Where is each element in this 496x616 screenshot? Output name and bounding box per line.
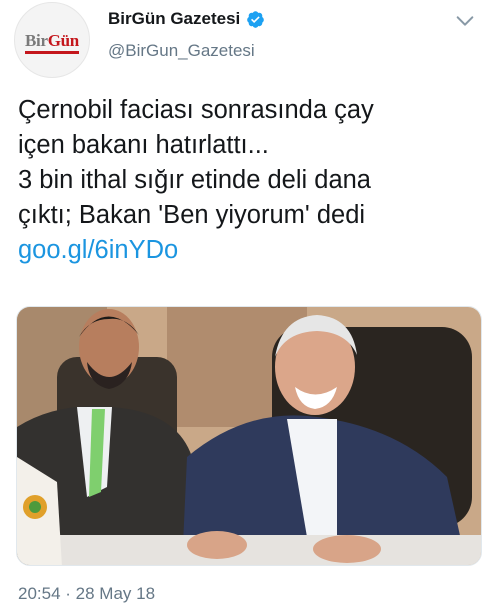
tweet-text-line: 3 bin ithal sığır etinde deli dana: [18, 166, 371, 194]
tweet-timestamp[interactable]: 20:54 · 28 May 18: [18, 584, 155, 604]
verified-badge-icon: [247, 10, 265, 28]
name-row: BirGün Gazetesi: [108, 9, 265, 29]
display-name[interactable]: BirGün Gazetesi: [108, 9, 240, 29]
tweet-card: BirGün BirGün Gazetesi @BirGun_Gazetesi …: [0, 0, 496, 616]
tweet-link[interactable]: goo.gl/6inYDo: [18, 233, 488, 268]
chevron-down-icon[interactable]: [454, 10, 476, 32]
user-handle[interactable]: @BirGun_Gazetesi: [108, 41, 255, 61]
photo-scene: [17, 307, 481, 565]
tweet-text-line: içen bakanı hatırlattı...: [18, 131, 269, 159]
tweet-text: Çernobil faciası sonrasında çay içen bak…: [18, 93, 488, 268]
tweet-text-line: çıktı; Bakan 'Ben yiyorum' dedi: [18, 201, 366, 229]
tweet-photo[interactable]: [16, 306, 482, 566]
tweet-text-line: Çernobil faciası sonrasında çay: [18, 96, 374, 124]
birgun-logo: BirGün: [25, 32, 79, 54]
logo-underline: [25, 50, 79, 54]
avatar[interactable]: BirGün: [14, 2, 90, 78]
